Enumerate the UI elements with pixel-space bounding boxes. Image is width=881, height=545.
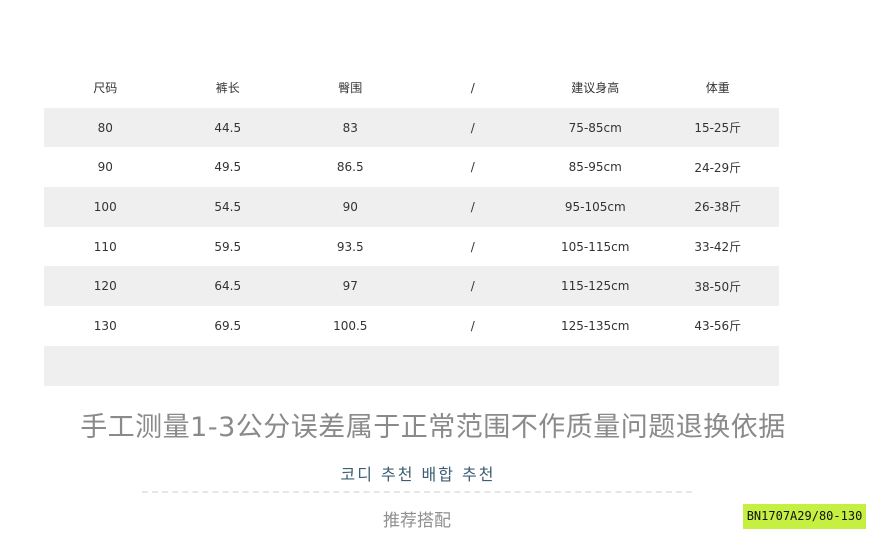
cell-slash: / [411,187,534,227]
measurement-notice: 手工测量1-3公分误差属于正常范围不作质量问题退换依据 [80,412,786,443]
cell-pants-length: 69.5 [214,318,242,333]
cell-slash: / [411,266,534,307]
cell-height: 95-105cm [534,187,657,227]
cell-weight: 33-42斤 [694,240,742,255]
cell-height [534,345,657,386]
table-row: 80 44.5 83 / 75-85cm 15-25斤 [44,107,779,148]
cell-size: 100 [44,187,167,227]
header-slash: / [470,80,475,95]
cell-weight: 24-29斤 [694,160,742,175]
cell-slash [411,345,534,386]
size-chart-table: 尺码 裤长 臀围 / 建议身高 体重 80 44.5 83 / 75-85cm … [44,68,779,386]
dashed-divider [142,491,692,493]
cell-hip: 83 [289,107,412,148]
cell-pants-length: 54.5 [166,187,289,227]
cell-height: 105-115cm [561,239,630,254]
table-row: 120 64.5 97 / 115-125cm 38-50斤 [44,266,779,307]
table-header-row: 尺码 裤长 臀围 / 建议身高 体重 [44,68,779,108]
cell-weight [656,345,779,386]
cell-hip: 93.5 [336,239,364,254]
cell-weight: 15-25斤 [656,107,779,148]
cell-slash: / [470,160,475,175]
table-row: 130 69.5 100.5 / 125-135cm 43-56斤 [44,306,779,346]
cell-hip: 100.5 [333,318,368,333]
cell-size: 80 [44,107,167,148]
cell-weight: 43-56斤 [694,319,742,334]
cell-size: 110 [93,239,117,254]
cell-slash: / [470,318,475,333]
cell-size: 130 [93,318,117,333]
cell-size: 90 [97,160,113,175]
cell-pants-length: 49.5 [214,160,242,175]
header-pants-length: 裤长 [215,81,240,96]
cell-height: 125-135cm [561,318,630,333]
table-row: 100 54.5 90 / 95-105cm 26-38斤 [44,187,779,227]
cell-height: 115-125cm [534,266,657,307]
cell-pants-length: 64.5 [166,266,289,307]
header-weight: 体重 [705,81,730,96]
cell-hip [289,345,412,386]
cell-weight: 38-50斤 [656,266,779,307]
product-code-badge: BN1707A29/80-130 [743,504,866,529]
cell-slash: / [411,107,534,148]
cell-pants-length: 59.5 [214,239,242,254]
coordination-heading: 코디 추천 배합 추천 [340,465,496,484]
cell-height: 85-95cm [568,160,622,175]
cell-hip: 86.5 [336,160,364,175]
cell-slash: / [470,239,475,254]
cell-hip: 97 [289,266,412,307]
cell-pants-length [166,345,289,386]
cell-size [44,345,167,386]
cell-height: 75-85cm [534,107,657,148]
cell-size: 120 [44,266,167,307]
header-hip: 臀围 [338,81,363,96]
cell-hip: 90 [289,187,412,227]
table-row-empty [44,345,779,386]
cell-pants-length: 44.5 [166,107,289,148]
table-row: 90 49.5 86.5 / 85-95cm 24-29斤 [44,147,779,187]
header-size: 尺码 [93,81,118,96]
header-suggested-height: 建议身高 [571,81,620,96]
cell-weight: 26-38斤 [656,187,779,227]
recommend-label: 推荐搭配 [383,511,451,531]
table-row: 110 59.5 93.5 / 105-115cm 33-42斤 [44,227,779,267]
